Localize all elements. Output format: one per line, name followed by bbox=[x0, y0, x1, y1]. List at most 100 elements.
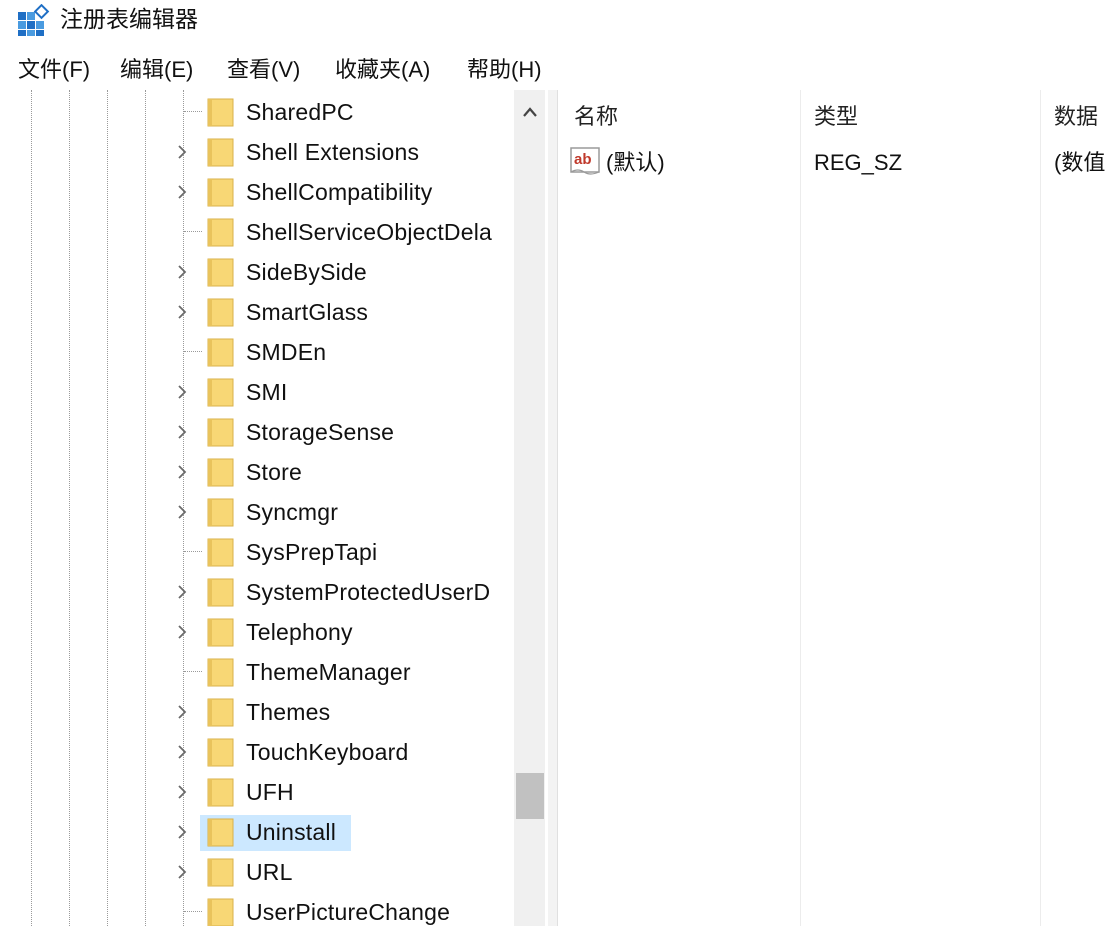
chevron-right-icon bbox=[178, 185, 187, 199]
tree-item-label: UFH bbox=[246, 779, 294, 805]
tree-item[interactable]: SmartGlass bbox=[0, 292, 515, 332]
tree-item-label: ShellServiceObjectDela bbox=[246, 219, 493, 245]
expand-toggle[interactable] bbox=[172, 300, 192, 324]
expand-toggle[interactable] bbox=[172, 820, 192, 844]
tree-connector bbox=[184, 111, 202, 112]
menu-help[interactable]: 帮助(H) bbox=[465, 56, 544, 84]
scroll-up-button[interactable] bbox=[514, 90, 545, 134]
expand-toggle[interactable] bbox=[172, 500, 192, 524]
column-header-name[interactable]: 名称 bbox=[574, 90, 618, 146]
folder-icon bbox=[207, 578, 234, 607]
column-header-type[interactable]: 类型 bbox=[814, 90, 858, 146]
registry-editor-window: 注册表编辑器 文件(F) 编辑(E) 查看(V) 收藏夹(A) 帮助(H) Sh… bbox=[0, 0, 1112, 926]
scroll-thumb[interactable] bbox=[516, 773, 544, 819]
tree-item-label: SysPrepTapi bbox=[246, 539, 378, 565]
tree-item-label: Syncmgr bbox=[246, 499, 339, 525]
expand-toggle[interactable] bbox=[172, 260, 192, 284]
menu-edit[interactable]: 编辑(E) bbox=[118, 56, 195, 84]
tree-item-label: Themes bbox=[246, 699, 331, 725]
tree-item-label: Telephony bbox=[246, 619, 353, 645]
tree-item[interactable]: Telephony bbox=[0, 612, 515, 652]
tree-item[interactable]: ShellCompatibility bbox=[0, 172, 515, 212]
expand-toggle[interactable] bbox=[172, 380, 192, 404]
tree-item[interactable]: ShellServiceObjectDela bbox=[0, 212, 515, 252]
chevron-right-icon bbox=[178, 785, 187, 799]
tree-item-label: SMI bbox=[246, 379, 288, 405]
folder-icon bbox=[207, 698, 234, 727]
tree-item[interactable]: Themes bbox=[0, 692, 515, 732]
tree-item-label: URL bbox=[246, 859, 293, 885]
expand-toggle[interactable] bbox=[172, 860, 192, 884]
expand-toggle[interactable] bbox=[172, 420, 192, 444]
svg-text:ab: ab bbox=[574, 151, 592, 168]
tree-connector bbox=[184, 551, 202, 552]
tree-item-label: SmartGlass bbox=[246, 299, 369, 325]
tree-item-label: Shell Extensions bbox=[246, 139, 420, 165]
tree-item-label: ShellCompatibility bbox=[246, 179, 433, 205]
tree-item-label: SideBySide bbox=[246, 259, 367, 285]
tree-item[interactable]: SideBySide bbox=[0, 252, 515, 292]
tree-scrollbar[interactable] bbox=[514, 90, 545, 926]
window-title: 注册表编辑器 bbox=[60, 6, 198, 32]
menu-bar: 文件(F) 编辑(E) 查看(V) 收藏夹(A) 帮助(H) bbox=[0, 50, 1112, 90]
tree-item[interactable]: TouchKeyboard bbox=[0, 732, 515, 772]
tree-item[interactable]: SystemProtectedUserD bbox=[0, 572, 515, 612]
folder-icon bbox=[207, 858, 234, 887]
chevron-right-icon bbox=[178, 425, 187, 439]
tree-item[interactable]: SharedPC bbox=[0, 92, 515, 132]
column-header-data[interactable]: 数据 bbox=[1054, 90, 1098, 146]
chevron-up-icon bbox=[522, 107, 537, 117]
folder-icon bbox=[207, 98, 234, 127]
tree-item-label: ThemeManager bbox=[246, 659, 411, 685]
folder-icon bbox=[207, 538, 234, 567]
expand-toggle[interactable] bbox=[172, 740, 192, 764]
expand-toggle[interactable] bbox=[172, 460, 192, 484]
tree-item[interactable]: UFH bbox=[0, 772, 515, 812]
tree-item-label: StorageSense bbox=[246, 419, 395, 445]
tree-item[interactable]: Syncmgr bbox=[0, 492, 515, 532]
expand-toggle[interactable] bbox=[172, 140, 192, 164]
menu-favorites[interactable]: 收藏夹(A) bbox=[333, 56, 432, 84]
value-data: (数值 bbox=[1054, 150, 1106, 175]
title-bar: 注册表编辑器 bbox=[0, 0, 1112, 42]
tree-item[interactable]: SMI bbox=[0, 372, 515, 412]
tree-item[interactable]: Shell Extensions bbox=[0, 132, 515, 172]
expand-toggle[interactable] bbox=[172, 620, 192, 644]
folder-icon bbox=[207, 258, 234, 287]
menu-file[interactable]: 文件(F) bbox=[16, 56, 92, 84]
tree-connector bbox=[184, 231, 202, 232]
tree-item[interactable]: StorageSense bbox=[0, 412, 515, 452]
chevron-right-icon bbox=[178, 865, 187, 879]
expand-toggle[interactable] bbox=[172, 180, 192, 204]
tree-connector bbox=[184, 911, 202, 912]
tree-item-label: SharedPC bbox=[246, 99, 354, 125]
tree-item[interactable]: UserPictureChange bbox=[0, 892, 515, 926]
registry-editor-icon bbox=[18, 4, 50, 36]
menu-view[interactable]: 查看(V) bbox=[225, 56, 302, 84]
chevron-right-icon bbox=[178, 585, 187, 599]
expand-toggle[interactable] bbox=[172, 700, 192, 724]
chevron-right-icon bbox=[178, 265, 187, 279]
folder-icon bbox=[207, 218, 234, 247]
folder-icon bbox=[207, 778, 234, 807]
value-name[interactable]: (默认) bbox=[606, 149, 665, 177]
folder-icon bbox=[207, 298, 234, 327]
registry-key-tree[interactable]: SharedPC Shell Extensions ShellCompatibili… bbox=[0, 90, 548, 926]
tree-item[interactable]: URL bbox=[0, 852, 515, 892]
tree-item[interactable]: Store bbox=[0, 452, 515, 492]
tree-item-label: TouchKeyboard bbox=[246, 739, 409, 765]
tree-item[interactable]: Uninstall bbox=[0, 812, 515, 852]
folder-icon bbox=[207, 818, 234, 847]
tree-item-label: Store bbox=[246, 459, 302, 485]
tree-connector bbox=[184, 671, 202, 672]
tree-item[interactable]: ThemeManager bbox=[0, 652, 515, 692]
chevron-right-icon bbox=[178, 385, 187, 399]
expand-toggle[interactable] bbox=[172, 780, 192, 804]
value-list[interactable]: 名称 类型 数据 ab (默认) REG_SZ (数值 bbox=[558, 90, 1112, 926]
tree-item[interactable]: SMDEn bbox=[0, 332, 515, 372]
expand-toggle[interactable] bbox=[172, 580, 192, 604]
tree-item[interactable]: SysPrepTapi bbox=[0, 532, 515, 572]
column-divider[interactable] bbox=[1040, 90, 1041, 926]
chevron-right-icon bbox=[178, 305, 187, 319]
column-divider[interactable] bbox=[800, 90, 801, 926]
